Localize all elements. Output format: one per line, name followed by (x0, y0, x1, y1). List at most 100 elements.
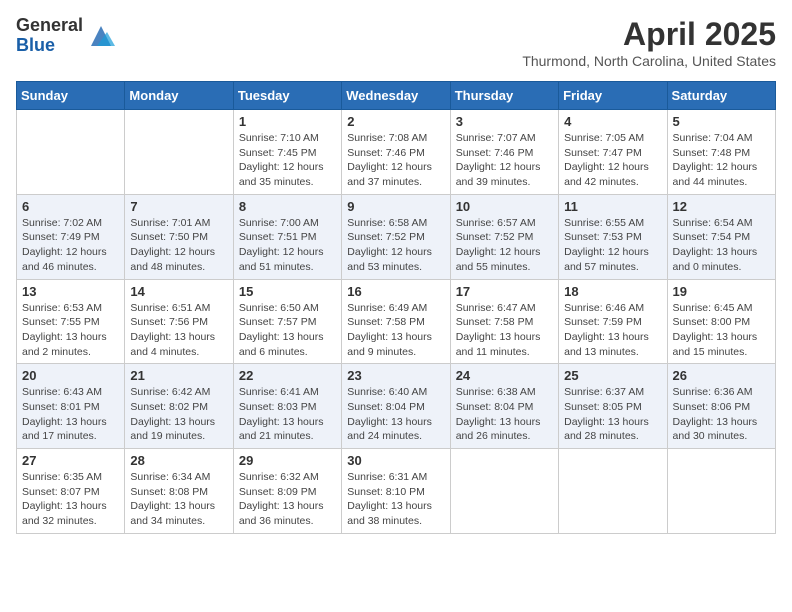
day-info: Sunrise: 6:51 AMSunset: 7:56 PMDaylight:… (130, 301, 227, 360)
day-number: 6 (22, 199, 119, 214)
calendar-empty-cell (450, 449, 558, 534)
day-number: 5 (673, 114, 770, 129)
day-info: Sunrise: 6:45 AMSunset: 8:00 PMDaylight:… (673, 301, 770, 360)
day-number: 26 (673, 368, 770, 383)
day-info: Sunrise: 6:47 AMSunset: 7:58 PMDaylight:… (456, 301, 553, 360)
calendar-day-27: 27 Sunrise: 6:35 AMSunset: 8:07 PMDayligh… (17, 449, 125, 534)
day-info: Sunrise: 6:43 AMSunset: 8:01 PMDaylight:… (22, 385, 119, 444)
page-header: General Blue April 2025 Thurmond, North … (16, 16, 776, 69)
calendar-week-row: 27 Sunrise: 6:35 AMSunset: 8:07 PMDayligh… (17, 449, 776, 534)
weekday-header-wednesday: Wednesday (342, 82, 450, 110)
day-info: Sunrise: 6:37 AMSunset: 8:05 PMDaylight:… (564, 385, 661, 444)
day-number: 12 (673, 199, 770, 214)
day-number: 14 (130, 284, 227, 299)
day-info: Sunrise: 6:55 AMSunset: 7:53 PMDaylight:… (564, 216, 661, 275)
day-number: 13 (22, 284, 119, 299)
calendar-day-29: 29Sunrise: 6:32 AMSunset: 8:09 PMDayligh… (233, 449, 341, 534)
day-info: Sunrise: 6:57 AMSunset: 7:52 PMDaylight:… (456, 216, 553, 275)
day-info: Sunrise: 7:10 AMSunset: 7:45 PMDaylight:… (239, 131, 336, 190)
calendar-day-28: 28Sunrise: 6:34 AMSunset: 8:08 PMDayligh… (125, 449, 233, 534)
day-number: 21 (130, 368, 227, 383)
day-number: 25 (564, 368, 661, 383)
day-number: 20 (22, 368, 119, 383)
calendar-day-9: 9 Sunrise: 6:58 AMSunset: 7:52 PMDaylight… (342, 194, 450, 279)
calendar-empty-cell (17, 110, 125, 195)
day-number: 23 (347, 368, 444, 383)
day-info: Sunrise: 7:04 AMSunset: 7:48 PMDaylight:… (673, 131, 770, 190)
day-number: 30 (347, 453, 444, 468)
day-number: 2 (347, 114, 444, 129)
calendar-empty-cell (125, 110, 233, 195)
calendar-day-21: 21Sunrise: 6:42 AMSunset: 8:02 PMDayligh… (125, 364, 233, 449)
calendar-day-5: 5 Sunrise: 7:04 AMSunset: 7:48 PMDaylight… (667, 110, 775, 195)
day-info: Sunrise: 7:05 AMSunset: 7:47 PMDaylight:… (564, 131, 661, 190)
day-number: 24 (456, 368, 553, 383)
day-info: Sunrise: 6:36 AMSunset: 8:06 PMDaylight:… (673, 385, 770, 444)
calendar-table: SundayMondayTuesdayWednesdayThursdayFrid… (16, 81, 776, 534)
calendar-day-17: 17Sunrise: 6:47 AMSunset: 7:58 PMDayligh… (450, 279, 558, 364)
calendar-day-6: 6 Sunrise: 7:02 AMSunset: 7:49 PMDaylight… (17, 194, 125, 279)
day-info: Sunrise: 7:01 AMSunset: 7:50 PMDaylight:… (130, 216, 227, 275)
day-number: 4 (564, 114, 661, 129)
day-info: Sunrise: 6:41 AMSunset: 8:03 PMDaylight:… (239, 385, 336, 444)
weekday-header-monday: Monday (125, 82, 233, 110)
weekday-header-thursday: Thursday (450, 82, 558, 110)
day-info: Sunrise: 6:54 AMSunset: 7:54 PMDaylight:… (673, 216, 770, 275)
weekday-header-saturday: Saturday (667, 82, 775, 110)
day-info: Sunrise: 6:46 AMSunset: 7:59 PMDaylight:… (564, 301, 661, 360)
day-number: 19 (673, 284, 770, 299)
title-block: April 2025 Thurmond, North Carolina, Uni… (522, 16, 776, 69)
calendar-day-14: 14 Sunrise: 6:51 AMSunset: 7:56 PMDayligh… (125, 279, 233, 364)
calendar-day-10: 10 Sunrise: 6:57 AMSunset: 7:52 PMDayligh… (450, 194, 558, 279)
day-number: 27 (22, 453, 119, 468)
calendar-day-26: 26 Sunrise: 6:36 AMSunset: 8:06 PMDayligh… (667, 364, 775, 449)
calendar-day-12: 12 Sunrise: 6:54 AMSunset: 7:54 PMDayligh… (667, 194, 775, 279)
day-number: 10 (456, 199, 553, 214)
day-info: Sunrise: 7:02 AMSunset: 7:49 PMDaylight:… (22, 216, 119, 275)
month-title: April 2025 (522, 16, 776, 53)
day-info: Sunrise: 6:35 AMSunset: 8:07 PMDaylight:… (22, 470, 119, 529)
day-number: 7 (130, 199, 227, 214)
logo-blue-text: Blue (16, 36, 83, 56)
calendar-day-23: 23Sunrise: 6:40 AMSunset: 8:04 PMDayligh… (342, 364, 450, 449)
day-info: Sunrise: 6:31 AMSunset: 8:10 PMDaylight:… (347, 470, 444, 529)
day-info: Sunrise: 6:58 AMSunset: 7:52 PMDaylight:… (347, 216, 444, 275)
day-number: 11 (564, 199, 661, 214)
calendar-day-30: 30 Sunrise: 6:31 AMSunset: 8:10 PMDayligh… (342, 449, 450, 534)
calendar-day-18: 18Sunrise: 6:46 AMSunset: 7:59 PMDayligh… (559, 279, 667, 364)
weekday-header-friday: Friday (559, 82, 667, 110)
calendar-empty-cell (667, 449, 775, 534)
day-number: 1 (239, 114, 336, 129)
day-number: 8 (239, 199, 336, 214)
calendar-day-16: 16Sunrise: 6:49 AMSunset: 7:58 PMDayligh… (342, 279, 450, 364)
day-number: 9 (347, 199, 444, 214)
weekday-header-sunday: Sunday (17, 82, 125, 110)
calendar-day-22: 22 Sunrise: 6:41 AMSunset: 8:03 PMDayligh… (233, 364, 341, 449)
day-number: 28 (130, 453, 227, 468)
calendar-day-20: 20 Sunrise: 6:43 AMSunset: 8:01 PMDayligh… (17, 364, 125, 449)
calendar-day-7: 7 Sunrise: 7:01 AMSunset: 7:50 PMDaylight… (125, 194, 233, 279)
calendar-day-19: 19 Sunrise: 6:45 AMSunset: 8:00 PMDayligh… (667, 279, 775, 364)
day-number: 3 (456, 114, 553, 129)
day-info: Sunrise: 7:08 AMSunset: 7:46 PMDaylight:… (347, 131, 444, 190)
calendar-day-15: 15Sunrise: 6:50 AMSunset: 7:57 PMDayligh… (233, 279, 341, 364)
day-info: Sunrise: 6:49 AMSunset: 7:58 PMDaylight:… (347, 301, 444, 360)
location-text: Thurmond, North Carolina, United States (522, 53, 776, 69)
calendar-day-1: 1 Sunrise: 7:10 AMSunset: 7:45 PMDaylight… (233, 110, 341, 195)
calendar-day-13: 13 Sunrise: 6:53 AMSunset: 7:55 PMDayligh… (17, 279, 125, 364)
day-info: Sunrise: 7:07 AMSunset: 7:46 PMDaylight:… (456, 131, 553, 190)
logo-icon (87, 22, 115, 50)
calendar-day-24: 24Sunrise: 6:38 AMSunset: 8:04 PMDayligh… (450, 364, 558, 449)
day-info: Sunrise: 6:53 AMSunset: 7:55 PMDaylight:… (22, 301, 119, 360)
day-info: Sunrise: 7:00 AMSunset: 7:51 PMDaylight:… (239, 216, 336, 275)
weekday-header-row: SundayMondayTuesdayWednesdayThursdayFrid… (17, 82, 776, 110)
calendar-week-row: 20 Sunrise: 6:43 AMSunset: 8:01 PMDayligh… (17, 364, 776, 449)
calendar-day-3: 3 Sunrise: 7:07 AMSunset: 7:46 PMDaylight… (450, 110, 558, 195)
day-number: 15 (239, 284, 336, 299)
calendar-day-25: 25 Sunrise: 6:37 AMSunset: 8:05 PMDayligh… (559, 364, 667, 449)
calendar-week-row: 6 Sunrise: 7:02 AMSunset: 7:49 PMDaylight… (17, 194, 776, 279)
day-number: 29 (239, 453, 336, 468)
weekday-header-tuesday: Tuesday (233, 82, 341, 110)
day-number: 22 (239, 368, 336, 383)
calendar-day-8: 8 Sunrise: 7:00 AMSunset: 7:51 PMDaylight… (233, 194, 341, 279)
